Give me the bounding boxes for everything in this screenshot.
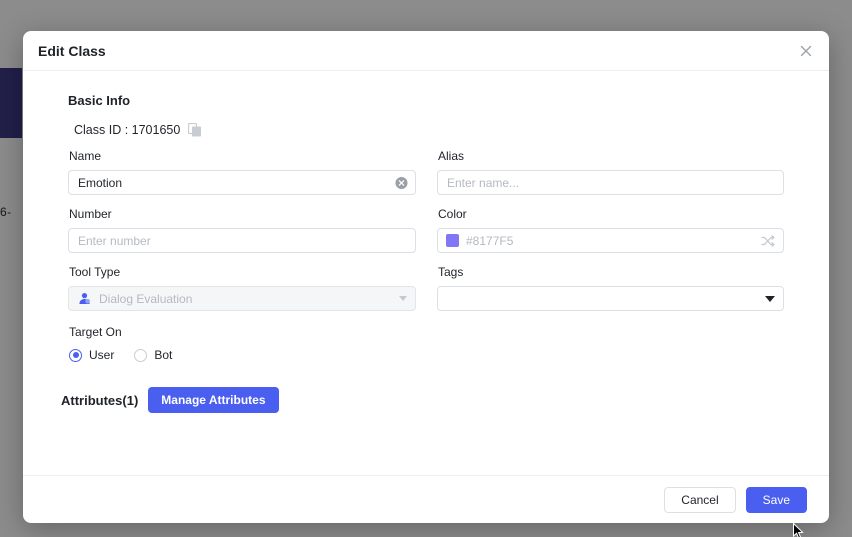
close-icon[interactable] — [795, 40, 817, 62]
tool-type-select: Dialog Evaluation — [68, 286, 416, 311]
save-button[interactable]: Save — [745, 486, 807, 513]
basic-info-heading: Basic Info — [68, 93, 131, 108]
name-input[interactable] — [68, 170, 416, 195]
basic-info-form: Name Alias — [68, 149, 784, 323]
radio-indicator-bot[interactable] — [134, 348, 148, 362]
target-on-radio-group: User Bot — [68, 348, 784, 362]
dialog-footer: Cancel Save — [23, 475, 829, 523]
tool-type-value: Dialog Evaluation — [99, 291, 193, 306]
field-target-on: Target On User Bot — [68, 325, 784, 362]
name-label: Name — [69, 149, 102, 163]
manage-attributes-button[interactable]: Manage Attributes — [148, 387, 279, 413]
copy-icon[interactable] — [188, 122, 202, 137]
field-alias: Alias — [437, 149, 784, 195]
color-swatch[interactable] — [446, 234, 459, 247]
number-label: Number — [69, 207, 112, 221]
attributes-row: Attributes(1) Manage Attributes — [61, 387, 784, 413]
target-on-label: Target On — [69, 325, 122, 339]
shuffle-icon[interactable] — [761, 234, 775, 248]
field-tags: Tags — [437, 265, 784, 311]
class-id-label: Class ID : 1701650 — [74, 123, 181, 137]
tags-label: Tags — [438, 265, 464, 279]
alias-label: Alias — [438, 149, 465, 163]
color-label: Color — [438, 207, 467, 221]
field-color: Color #8177F5 — [437, 207, 784, 253]
chevron-down-icon — [399, 296, 407, 301]
number-input[interactable] — [68, 228, 416, 253]
radio-label-bot: Bot — [154, 348, 173, 362]
field-name: Name — [68, 149, 416, 195]
field-tool-type: Tool Type Dialog Evaluation — [68, 265, 416, 311]
radio-label-user: User — [89, 348, 115, 362]
tool-type-label: Tool Type — [69, 265, 121, 279]
cancel-button[interactable]: Cancel — [664, 486, 736, 513]
edit-class-dialog: Edit Class Basic Info Class ID : 1701650… — [23, 31, 829, 523]
attributes-count-label: Attributes(1) — [61, 392, 139, 408]
chevron-down-icon[interactable] — [765, 295, 775, 302]
number-input-wrap — [68, 228, 416, 253]
color-value: #8177F5 — [466, 233, 514, 248]
tags-select[interactable] — [437, 286, 784, 311]
class-id-row: Class ID : 1701650 — [68, 122, 784, 137]
alias-input[interactable] — [437, 170, 784, 195]
name-input-wrap — [68, 170, 416, 195]
color-input[interactable]: #8177F5 — [437, 228, 784, 253]
clear-circle-icon[interactable] — [395, 176, 408, 189]
person-icon — [78, 292, 91, 305]
dialog-header: Edit Class — [23, 31, 829, 71]
dialog-title: Edit Class — [38, 42, 106, 59]
radio-option-bot[interactable]: Bot — [134, 348, 172, 362]
alias-input-wrap — [437, 170, 784, 195]
radio-option-user[interactable]: User — [69, 348, 114, 362]
field-number: Number — [68, 207, 416, 253]
dialog-body: Basic Info Class ID : 1701650 Name Emoti… — [23, 71, 829, 475]
radio-indicator-user[interactable] — [69, 348, 82, 362]
